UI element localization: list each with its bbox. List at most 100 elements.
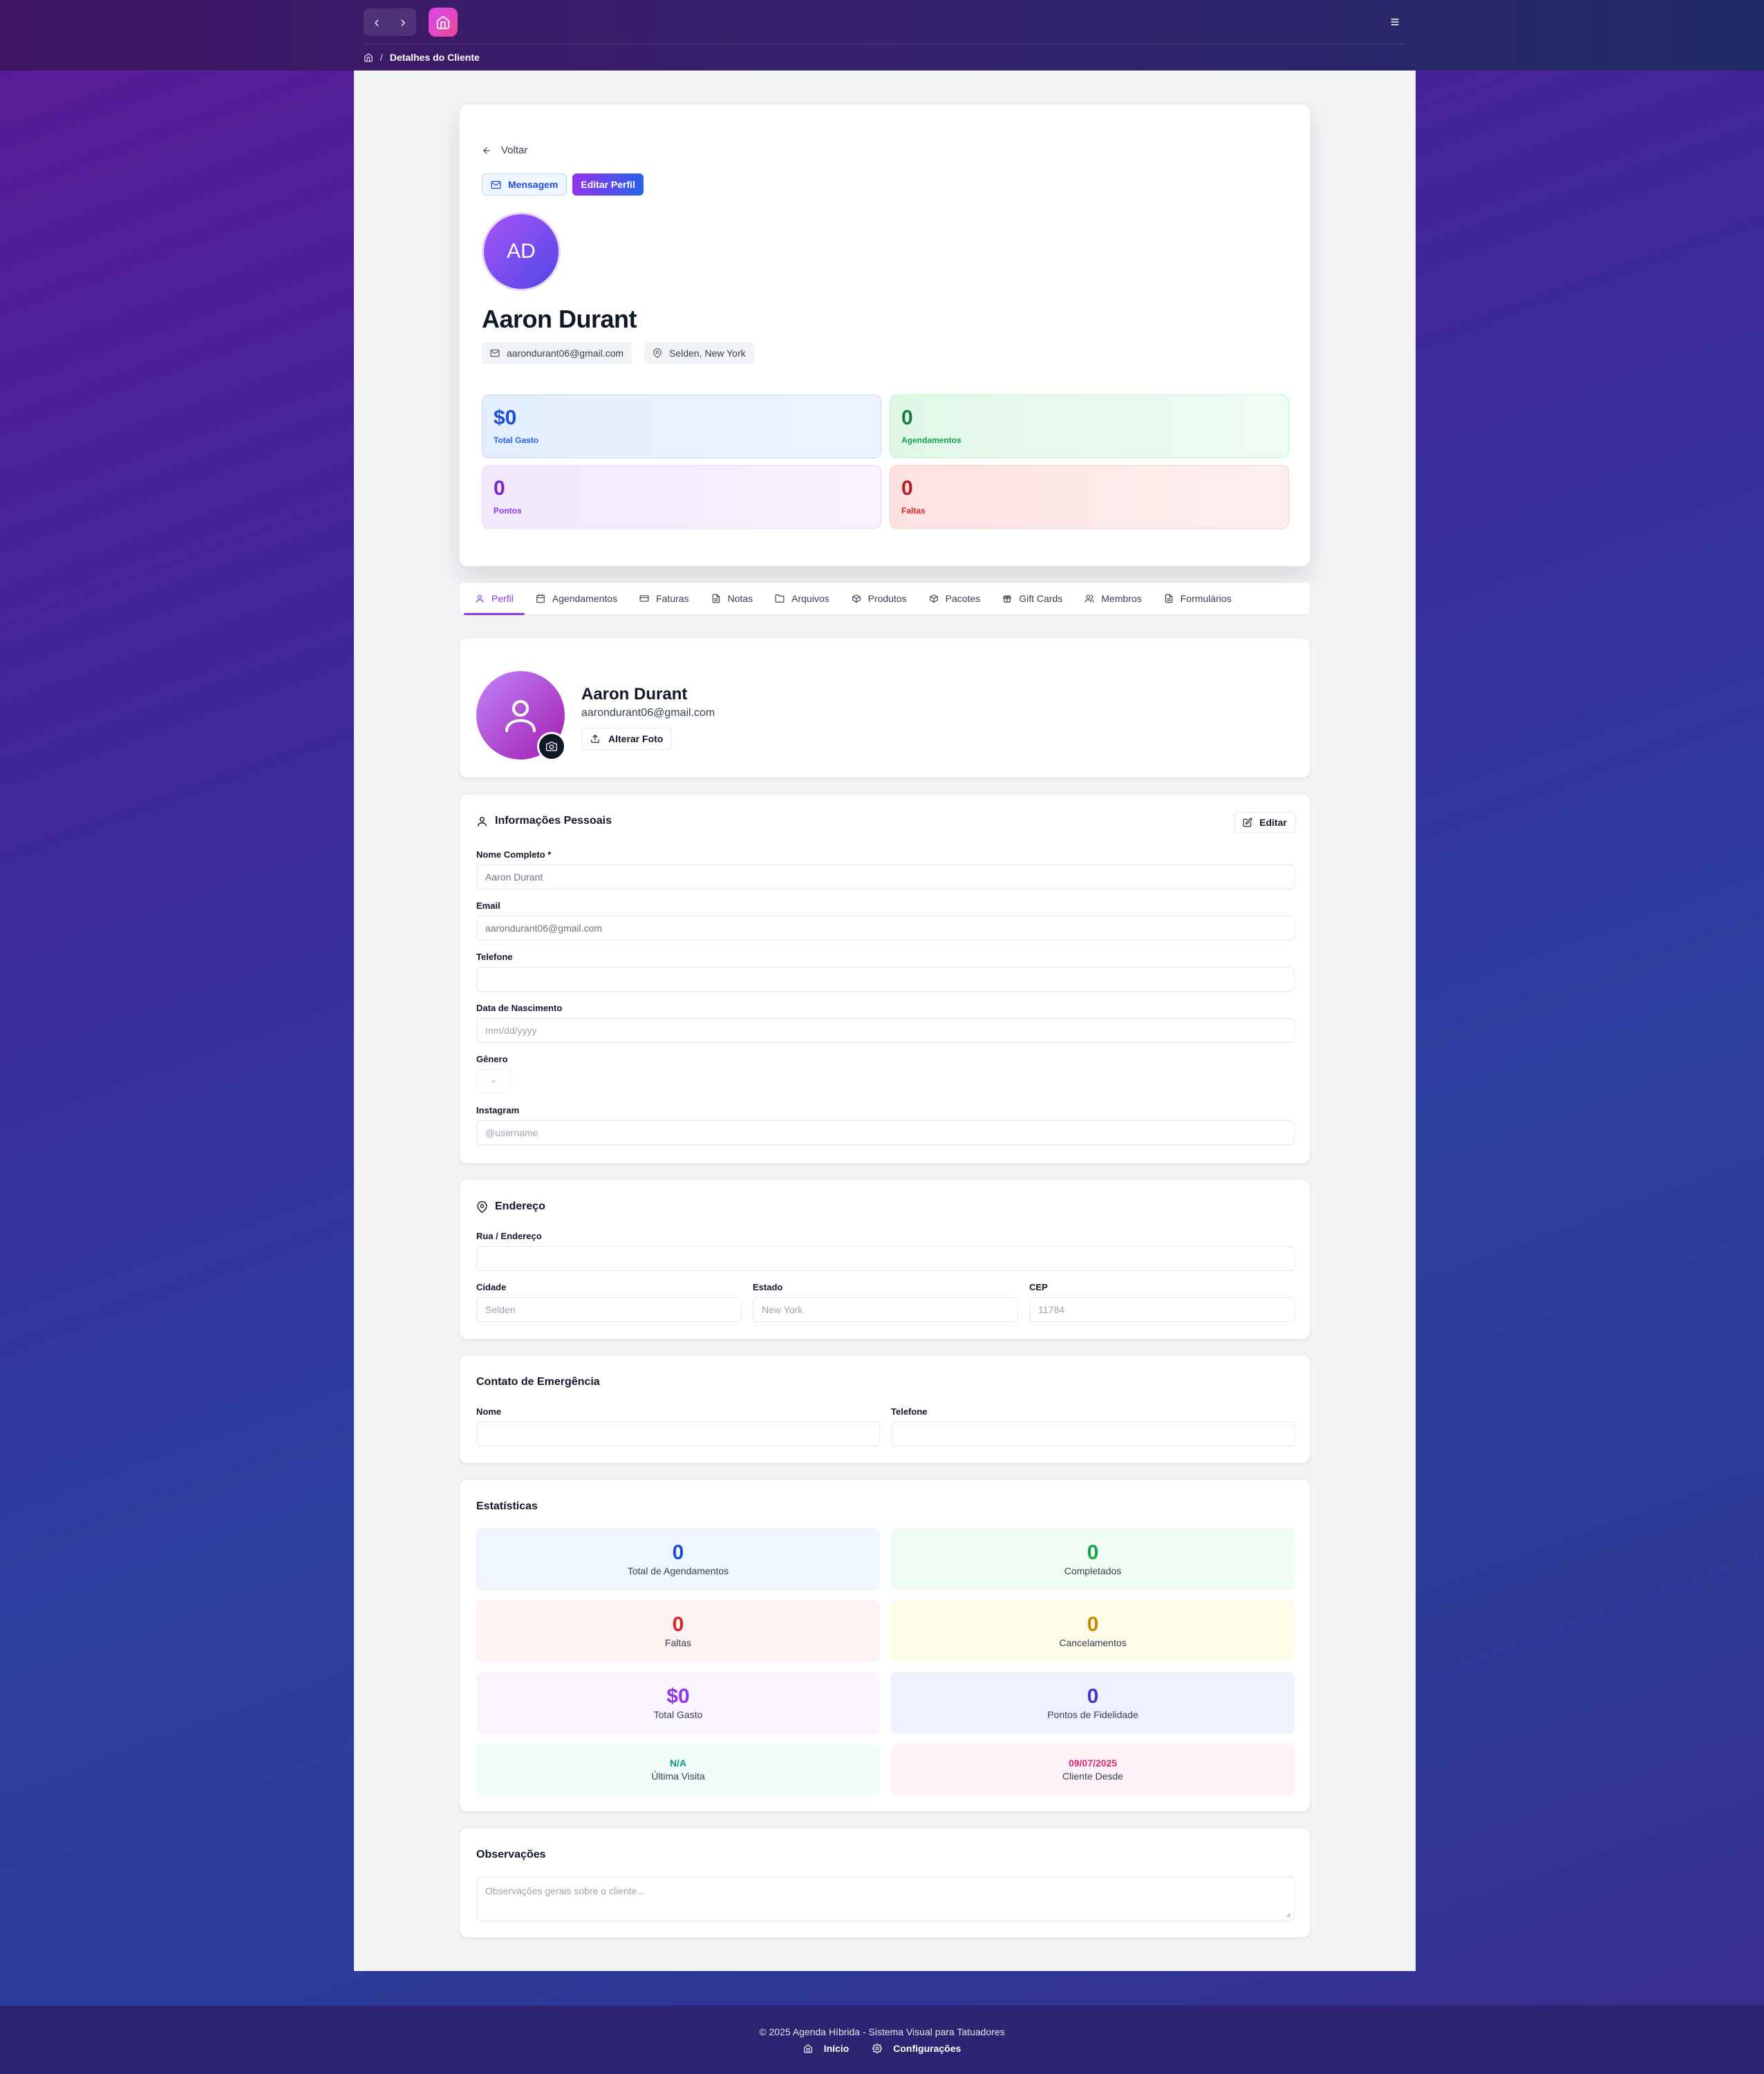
tab-label: Perfil	[491, 593, 514, 604]
chevron-down-icon	[491, 1080, 496, 1083]
tab-notes[interactable]: Notas	[700, 583, 764, 614]
menu-icon[interactable]: ≡	[1385, 12, 1405, 32]
stat-tile-label: Total de Agendamentos	[627, 1565, 729, 1576]
city-field[interactable]: Selden	[476, 1297, 742, 1322]
stat-tile-no-shows: 0 Faltas	[476, 1600, 880, 1662]
tab-forms[interactable]: Formulários	[1153, 583, 1243, 614]
breadcrumb-home-icon[interactable]	[364, 53, 373, 62]
section-title-text: Endereço	[495, 1200, 545, 1212]
tab-gift-cards[interactable]: Gift Cards	[991, 583, 1073, 614]
back-link-label: Voltar	[501, 144, 528, 156]
tab-appointments[interactable]: Agendamentos	[525, 583, 628, 614]
footer: © 2025 Agenda Híbrida - Sistema Visual p…	[0, 2006, 1764, 2074]
footer-home-label: Início	[823, 2042, 850, 2054]
section-title-text: Estatísticas	[476, 1500, 538, 1512]
footer-copyright: © 2025 Agenda Híbrida - Sistema Visual p…	[759, 2026, 1005, 2037]
stat-tile-total-spent: $0 Total Gasto	[476, 1672, 880, 1734]
file-text-icon	[712, 594, 720, 603]
emergency-phone-field[interactable]	[891, 1422, 1295, 1446]
tab-profile[interactable]: Perfil	[464, 583, 525, 615]
resize-grip-icon[interactable]	[1284, 1911, 1291, 1918]
section-title: Observações	[476, 1849, 546, 1861]
credit-card-icon	[639, 595, 649, 602]
edit-icon	[1243, 818, 1252, 827]
email-chip: aarondurant06@gmail.com	[482, 342, 632, 364]
stat-tile-label: Completados	[1064, 1565, 1122, 1576]
tab-packages[interactable]: Pacotes	[918, 583, 992, 614]
avatar: AD	[482, 212, 561, 291]
edit-profile-button[interactable]: Editar Perfil	[572, 173, 644, 196]
emergency-name-label: Nome	[476, 1406, 502, 1417]
stat-tile-value: $0	[666, 1685, 690, 1708]
stat-tile-loyalty-points: 0 Pontos de Fidelidade	[891, 1672, 1295, 1734]
home-icon	[436, 15, 450, 30]
birth-date-field[interactable]: mm/dd/yyyy	[476, 1018, 1295, 1043]
statistics-card: Estatísticas 0 Total de Agendamentos 0 C…	[459, 1479, 1311, 1812]
tab-label: Pacotes	[945, 593, 981, 604]
state-field[interactable]: New York	[753, 1297, 1018, 1322]
stat-value: 0	[901, 477, 913, 500]
client-tabs: Perfil Agendamentos Faturas Notas Arquiv…	[459, 582, 1311, 615]
phone-field[interactable]	[476, 967, 1295, 992]
email-field[interactable]: aarondurant06@gmail.com	[476, 916, 1295, 941]
street-field[interactable]	[476, 1246, 1295, 1271]
section-title: Contato de Emergência	[476, 1376, 600, 1388]
email-label: Email	[476, 901, 500, 911]
section-title-text: Informações Pessoais	[495, 815, 612, 827]
street-label: Rua / Endereço	[476, 1231, 542, 1241]
tab-members[interactable]: Membros	[1073, 583, 1152, 614]
notes-textarea[interactable]: Observações gerais sobre o cliente...	[476, 1876, 1295, 1921]
zip-field[interactable]: 11784	[1029, 1297, 1295, 1322]
breadcrumb-separator: /	[380, 52, 383, 63]
stat-tile-value: 09/07/2025	[1068, 1757, 1118, 1769]
back-nav-button[interactable]: ‹	[364, 8, 390, 36]
edit-personal-button[interactable]: Editar	[1234, 812, 1296, 833]
notes-card: Observações Observações gerais sobre o c…	[459, 1827, 1311, 1938]
address-card: Endereço Rua / Endereço Cidade Selden Es…	[459, 1179, 1311, 1339]
city-label: Cidade	[476, 1282, 507, 1292]
arrow-left-icon	[483, 147, 490, 154]
stat-tile-value: 0	[1087, 1613, 1099, 1636]
stat-tile-label: Total Gasto	[653, 1709, 703, 1720]
message-button[interactable]: Mensagem	[482, 173, 567, 196]
tab-invoices[interactable]: Faturas	[628, 583, 700, 614]
full-name-field[interactable]: Aaron Durant	[476, 865, 1295, 889]
main-content: Voltar Mensagem Editar Perfil AD Aaron D…	[354, 70, 1416, 1971]
profile-name: Aaron Durant	[581, 685, 688, 704]
birth-date-label: Data de Nascimento	[476, 1003, 563, 1013]
stat-value: 0	[901, 406, 913, 429]
change-photo-button[interactable]: Alterar Foto	[581, 728, 673, 750]
emergency-name-field[interactable]	[476, 1422, 880, 1446]
full-name-label: Nome Completo *	[476, 849, 552, 860]
forward-nav-button[interactable]: ›	[390, 8, 416, 36]
package-icon	[929, 594, 938, 603]
section-title: Informações Pessoais	[476, 815, 612, 827]
breadcrumb-current: Detalhes do Cliente	[389, 52, 480, 63]
stat-tile-cancellations: 0 Cancelamentos	[891, 1600, 1295, 1662]
home-logo-button[interactable]	[429, 8, 458, 37]
tab-files[interactable]: Arquivos	[764, 583, 840, 614]
tab-products[interactable]: Produtos	[841, 583, 918, 614]
footer-settings-link[interactable]: Configurações	[872, 2043, 961, 2054]
camera-button[interactable]	[537, 732, 566, 761]
location-chip-text: Selden, New York	[669, 348, 746, 359]
stat-tile-value: 0	[1087, 1541, 1099, 1564]
folder-icon	[775, 594, 785, 603]
tab-label: Notas	[727, 593, 753, 604]
back-link[interactable]: Voltar	[482, 144, 527, 156]
footer-home-link[interactable]: Início	[803, 2042, 850, 2054]
stat-label: Pontos	[494, 506, 522, 516]
user-icon	[476, 594, 484, 603]
section-title: Estatísticas	[476, 1500, 538, 1513]
stat-tile-label: Cancelamentos	[1059, 1637, 1127, 1648]
email-chip-text: aarondurant06@gmail.com	[507, 348, 624, 359]
tab-label: Formulários	[1180, 593, 1232, 604]
file-icon	[1165, 594, 1172, 603]
stat-tile-label: Última Visita	[651, 1771, 705, 1782]
header-actions: Mensagem Editar Perfil	[482, 173, 644, 196]
instagram-field[interactable]: @username	[476, 1120, 1295, 1145]
gender-select[interactable]	[476, 1069, 511, 1094]
contact-chips: aarondurant06@gmail.com Selden, New York	[482, 342, 754, 364]
home-icon	[803, 2044, 812, 2053]
footer-settings-label: Configurações	[893, 2042, 961, 2054]
